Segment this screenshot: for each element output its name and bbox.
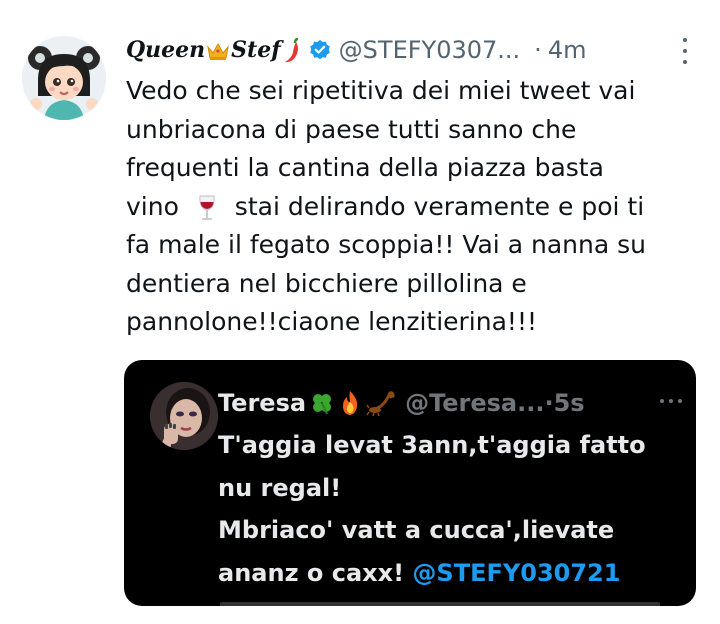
tweet-text-line: dentiera nel bicchiere pillolina e — [126, 268, 527, 298]
tweet-text-line: frequenti la cantina della piazza basta — [126, 153, 604, 182]
quoted-media-edge — [220, 602, 660, 606]
crown-emoji — [206, 41, 230, 61]
tweet-text-line: unbriacona di paese tutti sanno che — [126, 114, 577, 144]
tweet[interactable]: Queen Stef @STEFY0307... · 4m Vedo che s… — [0, 0, 720, 624]
quoted-timestamp[interactable]: 5s — [554, 389, 585, 417]
tweet-text-line: fa male il fegato scoppia!! Vai a nanna … — [126, 230, 646, 259]
quoted-more-options-icon[interactable] — [660, 398, 682, 404]
tweet-text-fragment: vino — [126, 191, 179, 221]
woman-portrait-avatar — [150, 382, 218, 450]
tweet-text-line: Vedo che sei ripetitiva dei miei tweet v… — [126, 76, 636, 105]
header-separator: · — [534, 36, 542, 64]
author-name[interactable]: Queen Stef — [126, 37, 303, 64]
verified-badge-icon — [309, 39, 331, 61]
tweet-header: Queen Stef @STEFY0307... · 4m — [126, 30, 680, 70]
tweet-text-line: pannolone!!ciaone lenzitierina!!! — [126, 307, 537, 336]
tweet-text-line-with-emoji: vino stai delirando veramente e poi ti — [126, 188, 696, 227]
more-options-icon[interactable] — [680, 38, 690, 64]
quoted-text-line: Mbriaco' vatt a cucca',lievate — [218, 516, 615, 544]
quoted-author-handle[interactable]: @Teresa... — [405, 389, 544, 417]
four-leaf-clover-emoji — [310, 391, 334, 415]
quoted-tweet-header: Teresa @Teresa... · 5s — [218, 386, 585, 420]
quoted-tweet[interactable]: Teresa @Teresa... · 5s T'aggia levat 3an… — [124, 360, 696, 606]
quoted-author-name[interactable]: Teresa — [218, 389, 306, 417]
author-name-part2: Stef — [231, 36, 281, 63]
author-handle[interactable]: @STEFY0307... — [339, 36, 521, 64]
cartoon-girl-avatar — [22, 36, 106, 120]
mention-link[interactable]: @STEFY030721 — [412, 559, 620, 587]
quoted-text-line-with-mention: ananz o caxx! @STEFY030721 — [218, 552, 688, 595]
quoted-separator: · — [544, 389, 554, 417]
tweet-timestamp[interactable]: 4m — [548, 36, 587, 64]
fire-emoji — [339, 390, 361, 416]
wine-glass-emoji — [197, 194, 217, 222]
author-avatar[interactable] — [22, 36, 106, 120]
quoted-text-fragment: ananz o caxx! — [218, 558, 405, 587]
tweet-text-fragment: stai delirando veramente e poi ti — [234, 191, 645, 221]
quoted-text-line: nu regal! — [218, 473, 342, 502]
author-name-part1: Queen — [126, 36, 206, 63]
chili-pepper-emoji — [282, 37, 302, 64]
quoted-tweet-text: T'aggia levat 3ann,t'aggia fatto nu rega… — [218, 424, 688, 594]
scorpion-emoji — [366, 390, 396, 416]
quoted-text-line: T'aggia levat 3ann,t'aggia fatto — [218, 431, 646, 459]
tweet-text: Vedo che sei ripetitiva dei miei tweet v… — [126, 72, 696, 342]
quoted-author-avatar[interactable] — [150, 382, 218, 450]
